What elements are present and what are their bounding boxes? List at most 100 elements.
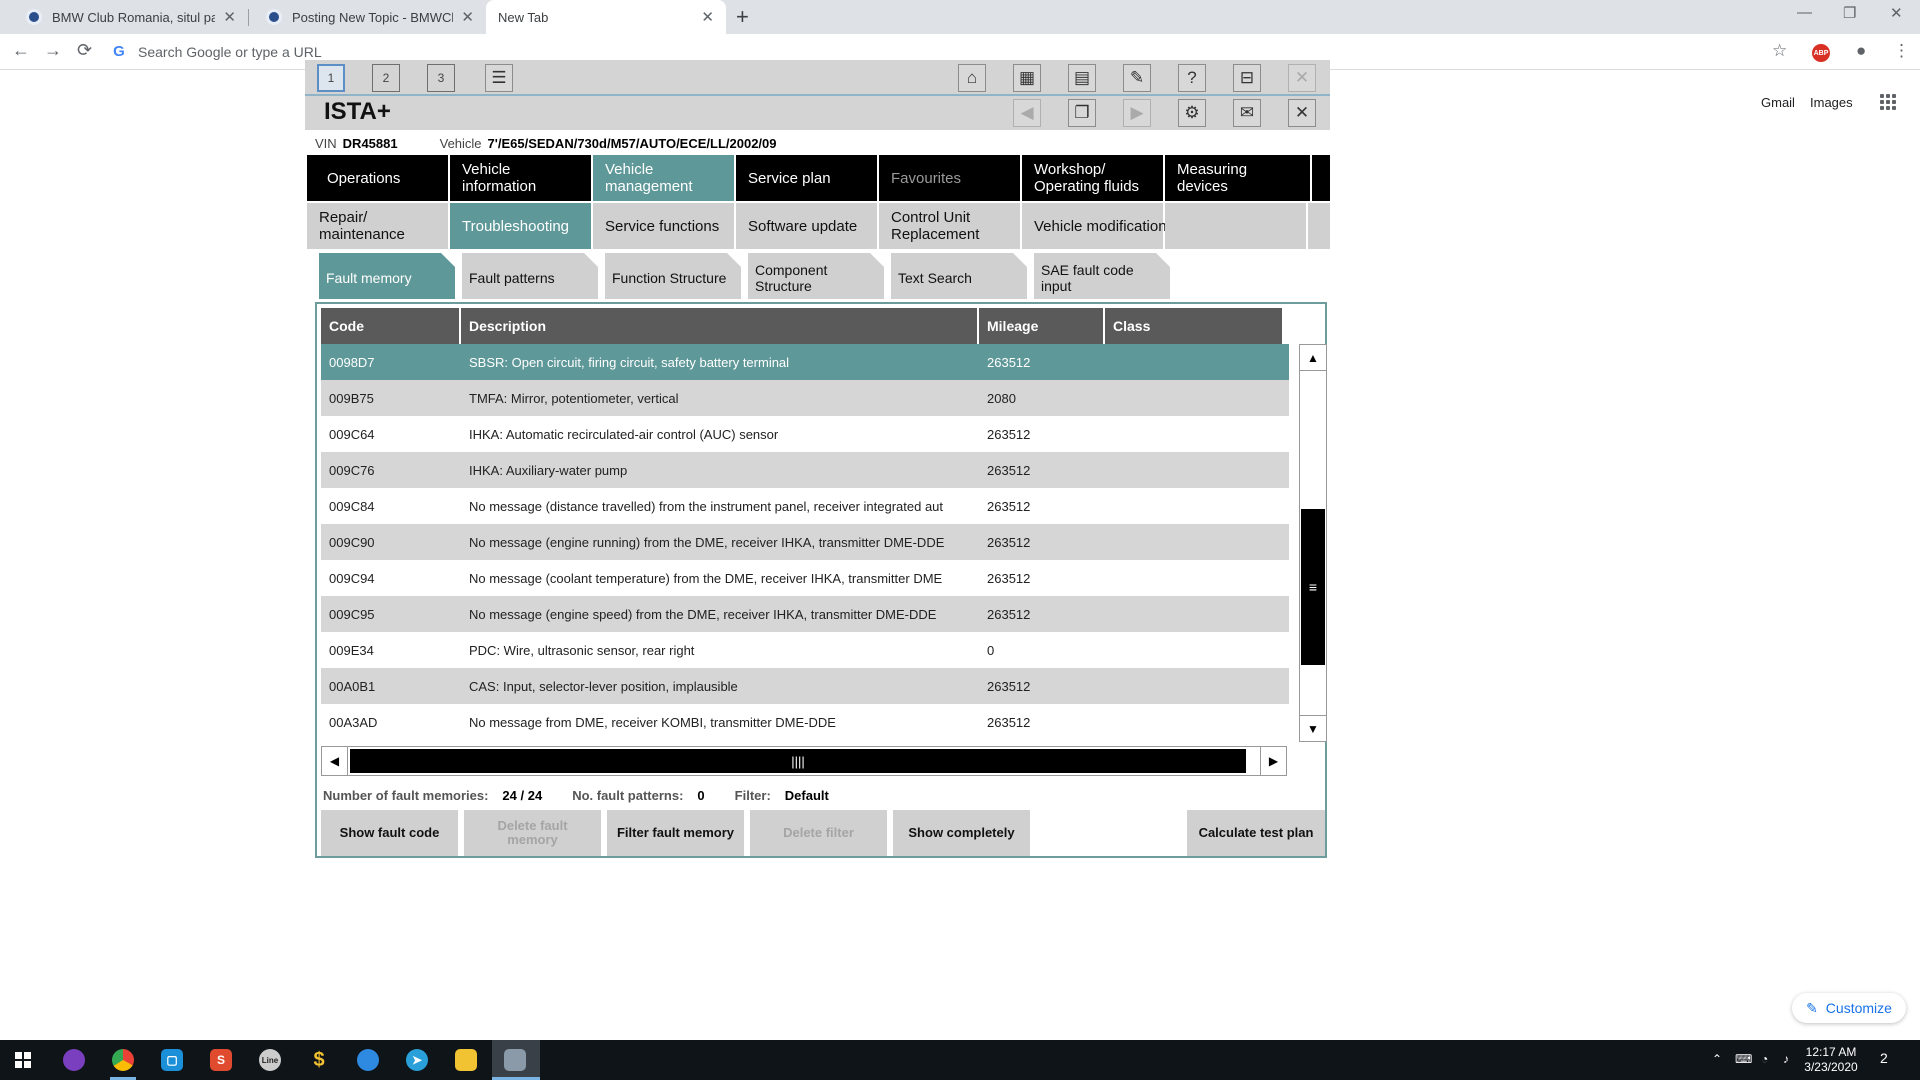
- keyboard-icon[interactable]: ⌨: [1735, 1052, 1752, 1066]
- close-window-icon[interactable]: ✕: [1890, 4, 1903, 22]
- tab-sae-fault-code-input[interactable]: SAE fault code input: [1034, 253, 1170, 299]
- split-view-icon[interactable]: ▦: [1013, 64, 1041, 92]
- calculate-test-plan-button[interactable]: Calculate test plan: [1187, 810, 1325, 856]
- reload-icon[interactable]: ⟳: [77, 40, 92, 61]
- app-cloud-icon[interactable]: [357, 1049, 379, 1071]
- menu-operations[interactable]: Operations: [307, 155, 450, 201]
- tab-text-search[interactable]: Text Search: [891, 253, 1027, 299]
- back-triangle-icon[interactable]: ◀: [1013, 99, 1041, 127]
- table-row[interactable]: 0098D7 SBSR: Open circuit, firing circui…: [321, 344, 1289, 380]
- close-tab-icon[interactable]: ✕: [701, 8, 714, 26]
- submenu-repair-maintenance[interactable]: Repair/ maintenance: [307, 203, 450, 249]
- app-red-icon[interactable]: S: [210, 1049, 232, 1071]
- menu-vehicle-management[interactable]: Vehicle management: [593, 155, 736, 201]
- submenu-control-unit-replacement[interactable]: Control Unit Replacement: [879, 203, 1022, 249]
- table-row[interactable]: 009C95 No message (engine speed) from th…: [321, 596, 1289, 632]
- minimize-icon[interactable]: —: [1797, 4, 1812, 21]
- table-row[interactable]: 009C84 No message (distance travelled) f…: [321, 488, 1289, 524]
- column-header-mileage[interactable]: Mileage: [979, 308, 1105, 344]
- close-session-icon[interactable]: ✕: [1288, 64, 1316, 92]
- table-row[interactable]: 009C76 IHKA: Auxiliary-water pump 263512: [321, 452, 1289, 488]
- home-icon[interactable]: ⌂: [958, 64, 986, 92]
- tab-fault-patterns[interactable]: Fault patterns: [462, 253, 598, 299]
- system-clock[interactable]: 12:17 AM 3/23/2020: [1803, 1045, 1859, 1075]
- chrome-icon[interactable]: [112, 1049, 134, 1071]
- new-tab-button[interactable]: +: [736, 4, 749, 30]
- browser-tab-new-tab[interactable]: New Tab ✕: [486, 0, 726, 34]
- vertical-scrollbar[interactable]: ▲ ≡ ▼: [1299, 344, 1327, 742]
- customize-button[interactable]: ✎ Customize: [1792, 993, 1906, 1023]
- submenu-service-functions[interactable]: Service functions: [593, 203, 736, 249]
- mail-icon[interactable]: ✉: [1233, 99, 1261, 127]
- app-blue-icon[interactable]: ▢: [161, 1049, 183, 1071]
- close-tab-icon[interactable]: ✕: [461, 8, 474, 26]
- table-row[interactable]: 009C90 No message (engine running) from …: [321, 524, 1289, 560]
- minimize-panel-icon[interactable]: ⊟: [1233, 64, 1261, 92]
- submenu-software-update[interactable]: Software update: [736, 203, 879, 249]
- documents-icon[interactable]: ❐: [1068, 99, 1096, 127]
- column-header-description[interactable]: Description: [461, 308, 979, 344]
- table-row[interactable]: 00A3AD No message from DME, receiver KOM…: [321, 704, 1289, 740]
- list-icon[interactable]: ☰: [485, 64, 513, 92]
- tray-chevron-icon[interactable]: ⌃: [1712, 1052, 1722, 1066]
- session-button-1[interactable]: 1: [317, 64, 345, 92]
- scroll-down-icon[interactable]: ▼: [1300, 715, 1326, 741]
- account-icon[interactable]: ●: [1856, 41, 1866, 61]
- table-row[interactable]: 009C94 No message (coolant temperature) …: [321, 560, 1289, 596]
- column-header-code[interactable]: Code: [321, 308, 461, 344]
- menu-service-plan[interactable]: Service plan: [736, 155, 879, 201]
- notifications-icon[interactable]: 2: [1880, 1050, 1888, 1066]
- scroll-up-icon[interactable]: ▲: [1300, 345, 1326, 371]
- close-icon[interactable]: ✕: [1288, 99, 1316, 127]
- browser-tab-bmw-club[interactable]: BMW Club Romania, situl pasion ✕: [8, 0, 248, 34]
- filter-fault-memory-button[interactable]: Filter fault memory: [607, 810, 744, 856]
- tab-fault-memory[interactable]: Fault memory: [319, 253, 455, 299]
- menu-vehicle-information[interactable]: Vehicle information: [450, 155, 593, 201]
- horizontal-scroll-thumb[interactable]: ||||: [350, 749, 1246, 773]
- wrench-icon[interactable]: ✎: [1123, 64, 1151, 92]
- ista-app-icon[interactable]: [504, 1049, 526, 1071]
- windows-start-icon[interactable]: [15, 1052, 31, 1068]
- browser-tab-posting[interactable]: Posting New Topic - BMWClub ✕: [248, 0, 486, 34]
- submenu-vehicle-modification[interactable]: Vehicle modification: [1022, 203, 1167, 249]
- print-icon[interactable]: ▤: [1068, 64, 1096, 92]
- bookmark-star-icon[interactable]: ☆: [1772, 41, 1787, 61]
- menu-measuring-devices[interactable]: Measuring devices: [1165, 155, 1312, 201]
- show-fault-code-button[interactable]: Show fault code: [321, 810, 458, 856]
- session-button-2[interactable]: 2: [372, 64, 400, 92]
- table-row[interactable]: 00A0B1 CAS: Input, selector-lever positi…: [321, 668, 1289, 704]
- horizontal-scrollbar[interactable]: ◀ |||| ▶: [321, 746, 1287, 776]
- help-icon[interactable]: ?: [1178, 64, 1206, 92]
- chrome-menu-icon[interactable]: ⋮: [1893, 41, 1910, 61]
- firefox-like-icon[interactable]: [63, 1049, 85, 1071]
- adblock-icon[interactable]: ABP: [1812, 44, 1830, 62]
- restore-icon[interactable]: ❐: [1843, 4, 1856, 22]
- table-row[interactable]: 009B75 TMFA: Mirror, potentiometer, vert…: [321, 380, 1289, 416]
- vertical-scroll-thumb[interactable]: ≡: [1301, 509, 1325, 665]
- session-button-3[interactable]: 3: [427, 64, 455, 92]
- telegram-icon[interactable]: ➤: [406, 1049, 428, 1071]
- table-row[interactable]: 009C64 IHKA: Automatic recirculated-air …: [321, 416, 1289, 452]
- show-completely-button[interactable]: Show completely: [893, 810, 1030, 856]
- scroll-left-icon[interactable]: ◀: [322, 747, 348, 775]
- apps-grid-icon[interactable]: [1880, 94, 1896, 110]
- submenu-troubleshooting[interactable]: Troubleshooting: [450, 203, 593, 249]
- menu-workshop-fluids[interactable]: Workshop/ Operating fluids: [1022, 155, 1165, 201]
- close-tab-icon[interactable]: ✕: [223, 8, 236, 26]
- file-explorer-icon[interactable]: [455, 1049, 477, 1071]
- delete-filter-button[interactable]: Delete filter: [750, 810, 887, 856]
- network-icon[interactable]: ◔: [1761, 1052, 1768, 1066]
- tab-component-structure[interactable]: Component Structure: [748, 253, 884, 299]
- tab-function-structure[interactable]: Function Structure: [605, 253, 741, 299]
- volume-icon[interactable]: ♪: [1783, 1052, 1789, 1066]
- back-arrow-icon[interactable]: ←: [12, 40, 30, 61]
- forward-arrow-icon[interactable]: →: [44, 40, 62, 61]
- gear-icon[interactable]: ⚙: [1178, 99, 1206, 127]
- forward-triangle-icon[interactable]: ▶: [1123, 99, 1151, 127]
- app-line-icon[interactable]: Line: [259, 1049, 281, 1071]
- table-row[interactable]: 009E34 PDC: Wire, ultrasonic sensor, rea…: [321, 632, 1289, 668]
- images-link[interactable]: Images: [1810, 95, 1853, 110]
- menu-favourites[interactable]: Favourites: [879, 155, 1022, 201]
- delete-fault-memory-button[interactable]: Delete fault memory: [464, 810, 601, 856]
- column-header-class[interactable]: Class: [1105, 308, 1284, 344]
